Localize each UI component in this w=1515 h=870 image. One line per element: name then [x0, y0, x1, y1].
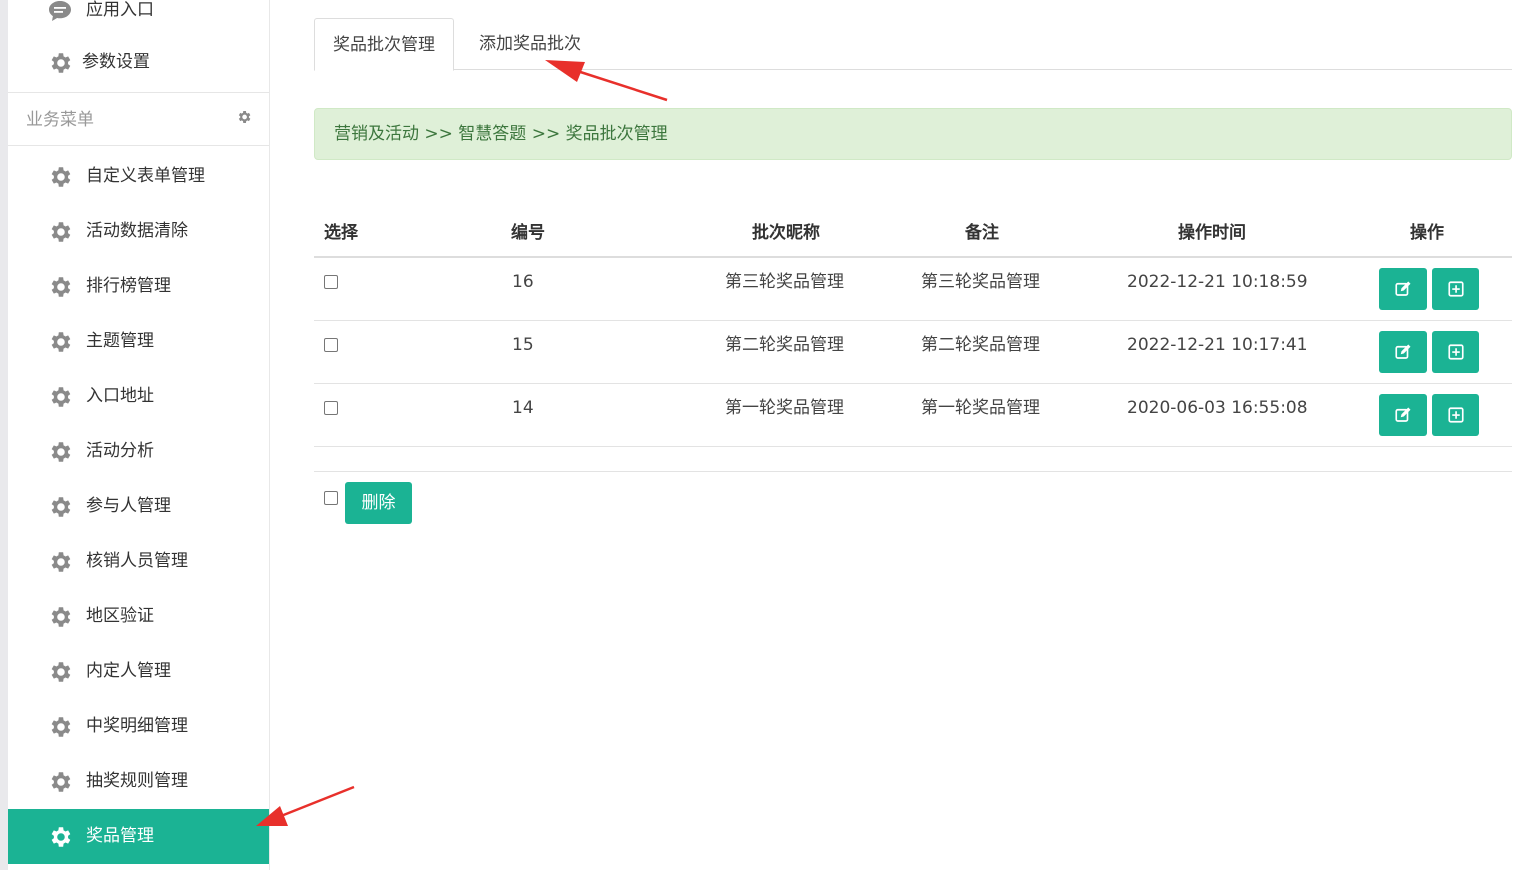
gear-icon: [47, 50, 73, 76]
breadcrumb: 营销及活动 >> 智慧答题 >> 奖品批次管理: [314, 108, 1512, 160]
gear-icon: [47, 164, 73, 190]
edit-icon: [1394, 280, 1412, 298]
column-header-select: 选择: [324, 223, 358, 243]
plus-square-icon: [1447, 406, 1465, 424]
tab-add-prize-batch[interactable]: 添加奖品批次: [461, 18, 599, 70]
column-header-batch-name: 批次昵称: [752, 223, 820, 243]
sidebar-item-label: 应用入口: [86, 0, 154, 20]
cell-time: 2022-12-21 10:18:59: [1127, 272, 1308, 292]
sidebar-menu-header: 业务菜单: [8, 97, 269, 145]
gear-icon: [47, 659, 73, 685]
gear-icon[interactable]: [236, 109, 252, 129]
sidebar-item-12[interactable]: 抽奖规则管理: [8, 754, 269, 809]
table-header-row: 选择 编号 批次昵称 备注 操作时间 操作: [314, 208, 1512, 258]
sidebar-item-label: 内定人管理: [86, 661, 171, 681]
cell-remark: 第二轮奖品管理: [921, 335, 1040, 355]
gear-icon: [47, 329, 73, 355]
gear-icon: [47, 549, 73, 575]
sidebar-item-label: 活动数据清除: [86, 221, 188, 241]
sidebar-divider: [8, 92, 269, 93]
cell-batch-name: 第二轮奖品管理: [725, 335, 844, 355]
sidebar-item-label: 地区验证: [86, 606, 154, 626]
left-rail: [0, 0, 8, 870]
add-button[interactable]: [1432, 394, 1479, 436]
sidebar-divider: [8, 145, 269, 146]
sidebar-item-params[interactable]: 参数设置: [8, 35, 269, 90]
row-checkbox[interactable]: [324, 338, 338, 352]
sidebar-item-7[interactable]: 参与人管理: [8, 479, 269, 534]
sidebar-item-label: 参数设置: [82, 52, 150, 72]
table-row: 14 第一轮奖品管理 第一轮奖品管理 2020-06-03 16:55:08: [314, 384, 1512, 447]
edit-button[interactable]: [1379, 394, 1427, 436]
delete-button[interactable]: 删除: [345, 482, 412, 524]
sidebar-item-5[interactable]: 入口地址: [8, 369, 269, 424]
sidebar-item-label: 活动分析: [86, 441, 154, 461]
column-header-time: 操作时间: [1178, 223, 1246, 243]
sidebar-item-label: 中奖明细管理: [86, 716, 188, 736]
sidebar-item-label: 抽奖规则管理: [86, 771, 188, 791]
sidebar-item-label: 排行榜管理: [86, 276, 171, 296]
sidebar-item-3[interactable]: 排行榜管理: [8, 259, 269, 314]
sidebar-item-11[interactable]: 中奖明细管理: [8, 699, 269, 754]
plus-square-icon: [1447, 280, 1465, 298]
sidebar-item-label: 奖品管理: [86, 826, 154, 846]
edit-icon: [1394, 406, 1412, 424]
cell-time: 2022-12-21 10:17:41: [1127, 335, 1308, 355]
sidebar-item-label: 核销人员管理: [86, 551, 188, 571]
table-row: 16 第三轮奖品管理 第三轮奖品管理 2022-12-21 10:18:59: [314, 258, 1512, 321]
column-header-remark: 备注: [965, 223, 999, 243]
sidebar-item-2[interactable]: 活动数据清除: [8, 204, 269, 259]
cell-id: 15: [512, 335, 534, 355]
tab-bar: 奖品批次管理 添加奖品批次: [314, 18, 1512, 71]
table-row: 15 第二轮奖品管理 第二轮奖品管理 2022-12-21 10:17:41: [314, 321, 1512, 384]
sidebar-item-label: 主题管理: [86, 331, 154, 351]
cell-remark: 第三轮奖品管理: [921, 272, 1040, 292]
sidebar-item-1[interactable]: 自定义表单管理: [8, 149, 269, 204]
gear-icon: [47, 769, 73, 795]
edit-button[interactable]: [1379, 331, 1427, 373]
gear-icon: [47, 439, 73, 465]
row-checkbox[interactable]: [324, 401, 338, 415]
add-button[interactable]: [1432, 331, 1479, 373]
sidebar-item-label: 自定义表单管理: [86, 166, 205, 186]
gear-icon: [47, 824, 73, 850]
tab-prize-batch-manage[interactable]: 奖品批次管理: [314, 18, 454, 71]
sidebar-item-label: 参与人管理: [86, 496, 171, 516]
sidebar-item-4[interactable]: 主题管理: [8, 314, 269, 369]
gear-icon: [47, 604, 73, 630]
sidebar-item-9[interactable]: 地区验证: [8, 589, 269, 644]
gear-icon: [47, 274, 73, 300]
gear-icon: [47, 219, 73, 245]
cell-batch-name: 第一轮奖品管理: [725, 398, 844, 418]
column-header-actions: 操作: [1410, 223, 1444, 243]
plus-square-icon: [1447, 343, 1465, 361]
cell-id: 14: [512, 398, 534, 418]
edit-button[interactable]: [1379, 268, 1427, 310]
sidebar: 应用入口 参数设置 业务菜单 自定义表单管理 活动数据清除 排行榜管理主题管理入口地…: [8, 0, 270, 870]
sidebar-item-app-entry[interactable]: 应用入口: [8, 0, 269, 38]
row-checkbox[interactable]: [324, 275, 338, 289]
cell-id: 16: [512, 272, 534, 292]
cell-time: 2020-06-03 16:55:08: [1127, 398, 1308, 418]
menu-header-label: 业务菜单: [26, 110, 94, 130]
sidebar-item-6[interactable]: 活动分析: [8, 424, 269, 479]
sidebar-item-10[interactable]: 内定人管理: [8, 644, 269, 699]
chat-bubble-icon: [47, 0, 73, 24]
select-all-checkbox[interactable]: [324, 491, 338, 505]
column-header-id: 编号: [511, 223, 545, 243]
sidebar-item-8[interactable]: 核销人员管理: [8, 534, 269, 589]
cell-remark: 第一轮奖品管理: [921, 398, 1040, 418]
sidebar-item-13[interactable]: 奖品管理: [8, 809, 269, 864]
annotation-arrow-sidebar: [256, 785, 355, 826]
gear-icon: [47, 714, 73, 740]
edit-icon: [1394, 343, 1412, 361]
sidebar-item-label: 入口地址: [86, 386, 154, 406]
add-button[interactable]: [1432, 268, 1479, 310]
table-footer-divider: [314, 471, 1512, 472]
gear-icon: [47, 384, 73, 410]
cell-batch-name: 第三轮奖品管理: [725, 272, 844, 292]
gear-icon: [47, 494, 73, 520]
